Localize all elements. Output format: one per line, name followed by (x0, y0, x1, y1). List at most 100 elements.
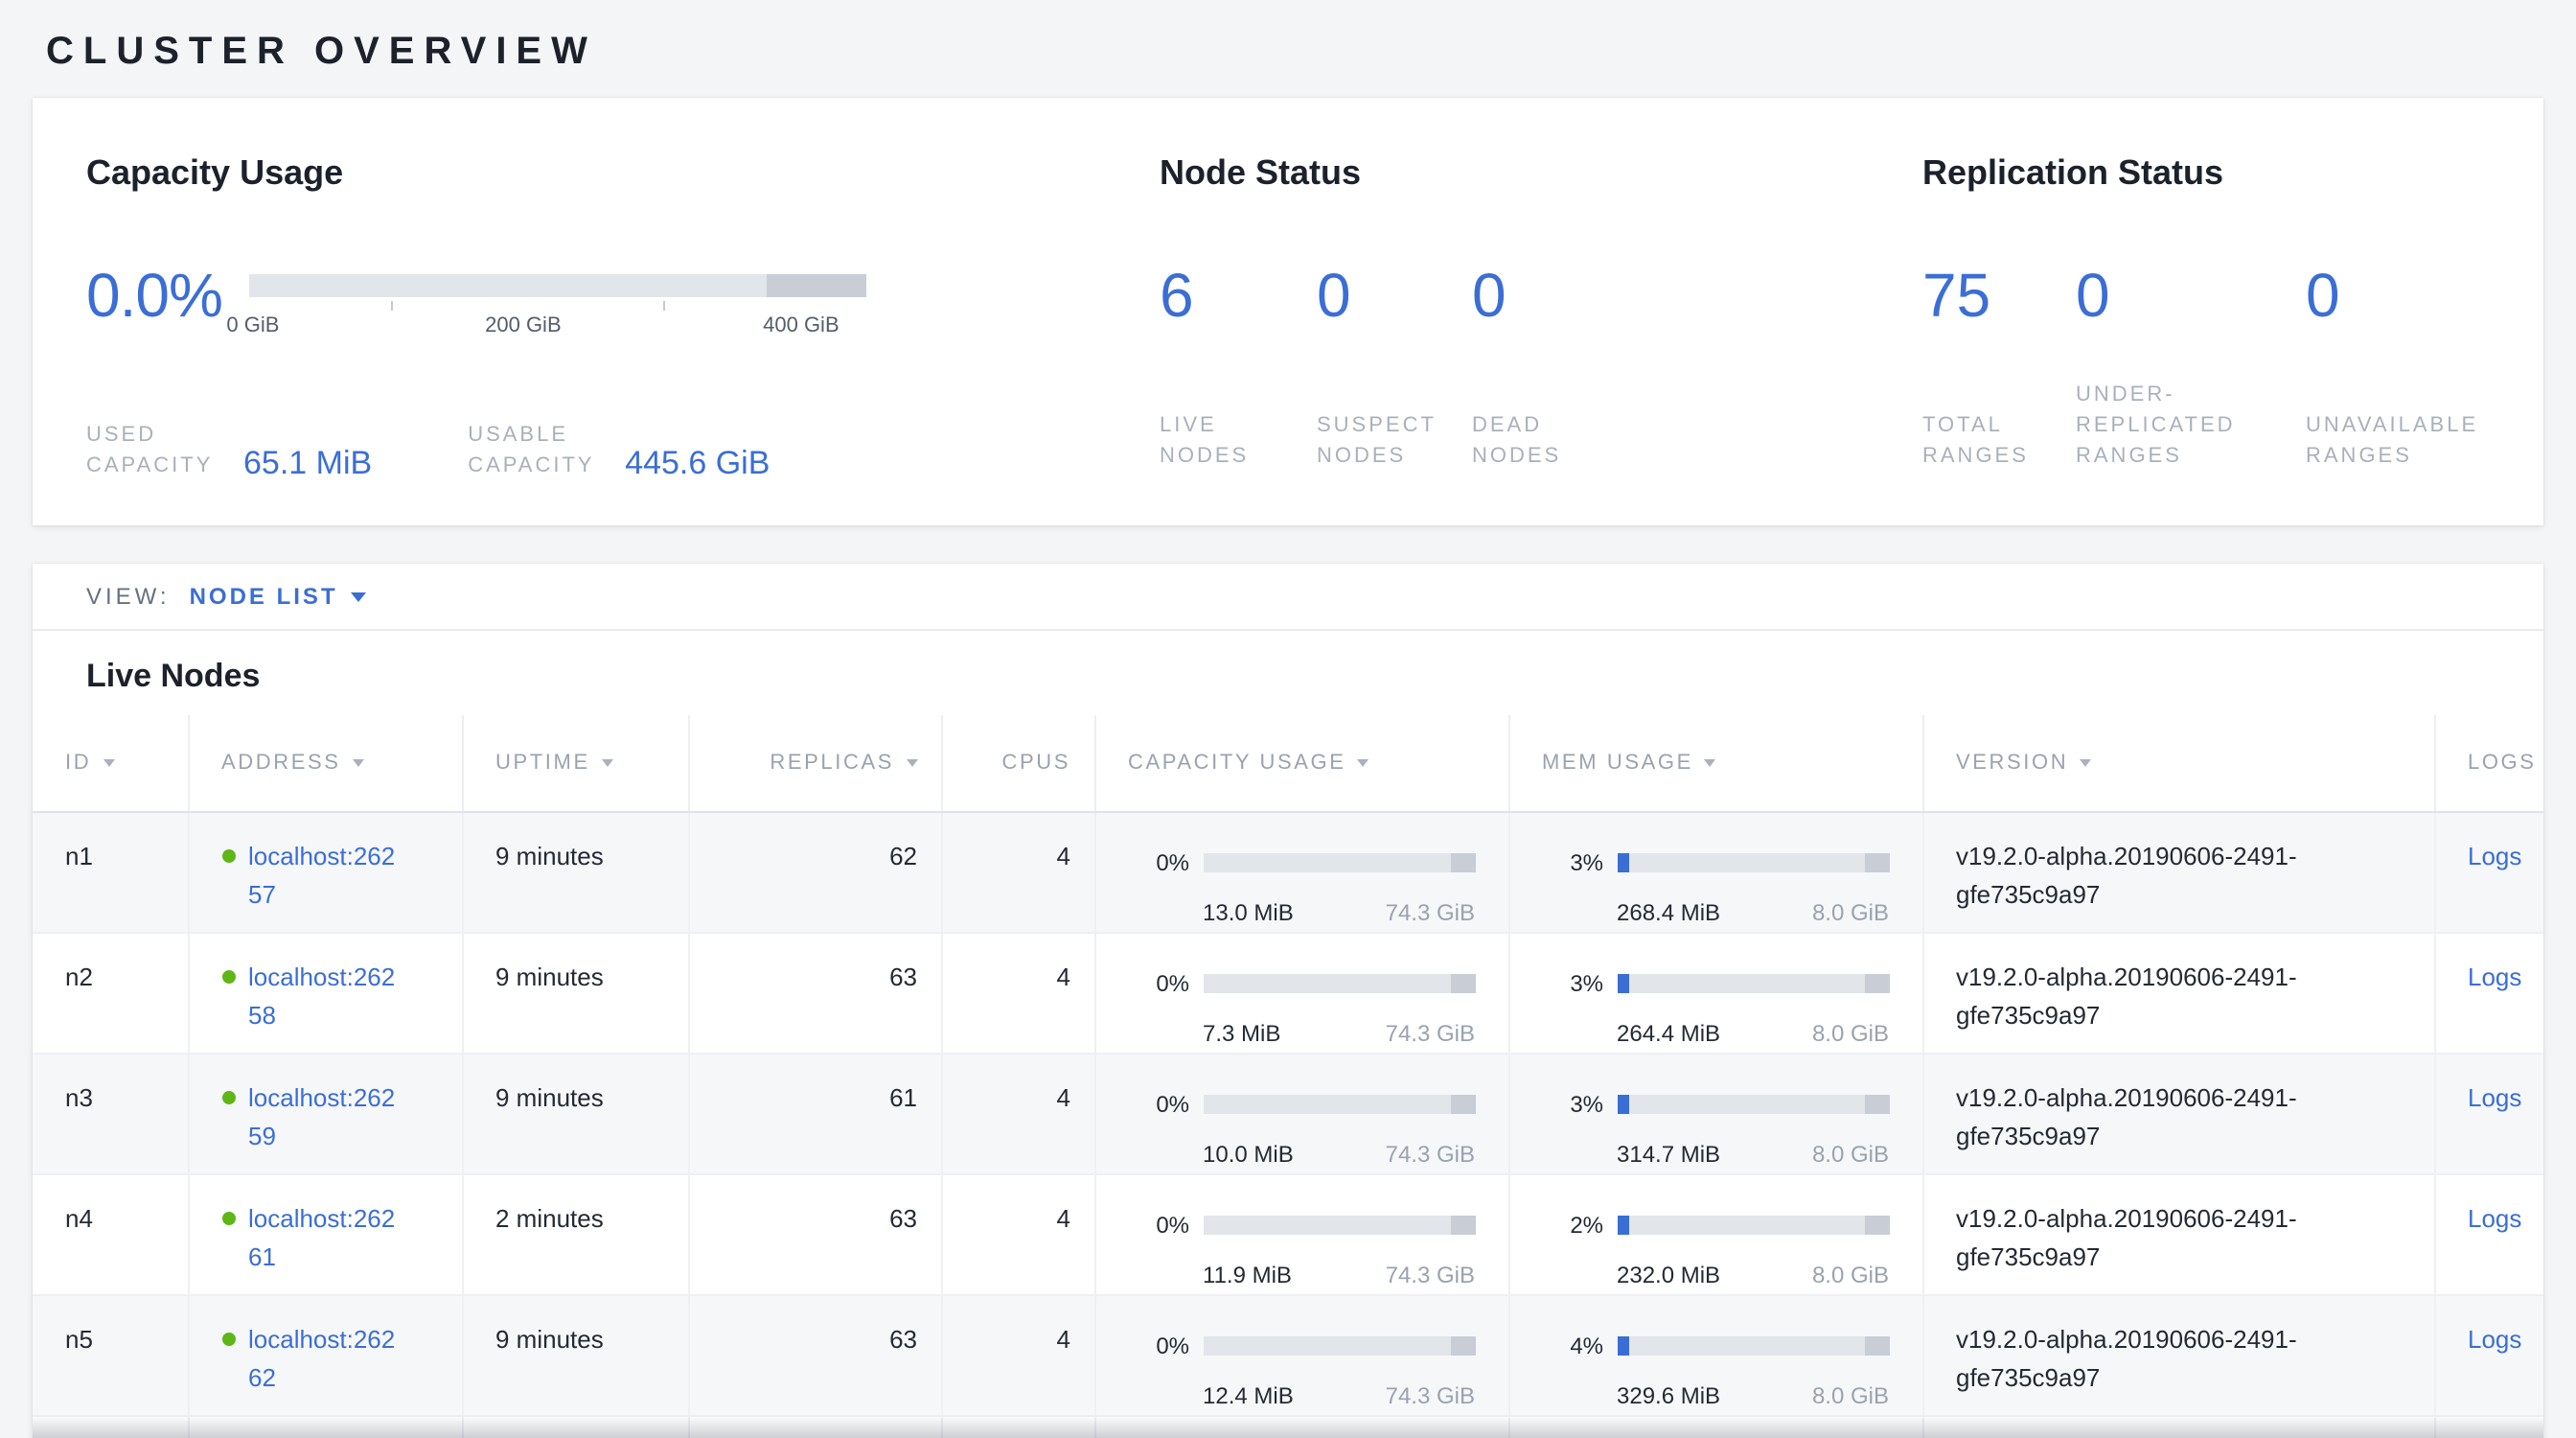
capacity-usage-bar (1203, 1335, 1475, 1355)
capacity-used-value: 7.3 MiB (1203, 1013, 1280, 1052)
unavailable-ranges-value: 0 (2306, 261, 2555, 332)
node-health-icon (221, 1090, 235, 1103)
column-header-address[interactable]: ADDRESS (188, 715, 462, 811)
mem-used-value: 314.7 MiB (1617, 1134, 1720, 1172)
capacity-usage-cell: 0% 12.4 MiB74.3 GiB (1128, 1326, 1475, 1414)
capacity-usage-bar (1203, 1215, 1475, 1234)
column-header-cpus: CPUS (941, 715, 1094, 811)
capacity-percent-label: 0% (1128, 963, 1189, 1002)
node-id: n3 (33, 1053, 188, 1173)
mem-used-value: 264.4 MiB (1617, 1013, 1720, 1052)
capacity-total-value: 74.3 GiB (1386, 1134, 1475, 1172)
table-row: n2 localhost:26258 9 minutes 63 4 0% 7.3… (33, 932, 2543, 1053)
axis-tick-mark (663, 301, 665, 311)
mem-total-value: 8.0 GiB (1812, 1013, 1889, 1052)
node-logs-link[interactable]: Logs (2468, 1203, 2521, 1232)
axis-tick-label: 400 GiB (763, 314, 840, 337)
page-title: CLUSTER OVERVIEW (0, 0, 2576, 98)
node-logs-link[interactable]: Logs (2468, 1082, 2521, 1111)
node-replicas: 63 (688, 932, 941, 1053)
used-capacity-value: 65.1 MiB (243, 447, 372, 481)
capacity-used-value: 13.0 MiB (1203, 893, 1294, 931)
view-selector[interactable]: NODE LIST (190, 583, 367, 610)
node-version: v19.2.0-alpha.20190606-2491-gfe735c9a97 (1956, 1199, 2401, 1279)
axis-tick-label: 200 GiB (485, 314, 562, 337)
table-row: n5 localhost:26262 9 minutes 63 4 0% 12.… (33, 1294, 2543, 1415)
overview-card: Capacity Usage 0.0% 0 GiB 200 GiB 400 Gi… (33, 98, 2543, 525)
table-row-partial (33, 1415, 2543, 1438)
capacity-usage-bar (1203, 852, 1475, 871)
node-address-link[interactable]: localhost:26261 (248, 1199, 402, 1279)
node-cpus: 4 (941, 932, 1094, 1053)
node-status-section: Node Status 6 LIVE NODES 0 SUSPECT NODES… (1160, 151, 1888, 472)
node-id: n4 (33, 1173, 188, 1294)
capacity-bar: 0 GiB 200 GiB 400 GiB (249, 274, 866, 359)
capacity-percent: 0.0% (86, 261, 222, 332)
mem-usage-cell: 4% 329.6 MiB8.0 GiB (1542, 1326, 1889, 1414)
dead-nodes-label: DEAD NODES (1472, 410, 1598, 472)
column-header-version[interactable]: VERSION (1922, 715, 2434, 811)
capacity-bar-segment (767, 274, 866, 297)
column-header-replicas[interactable]: REPLICAS (688, 715, 941, 811)
mem-usage-bar (1617, 1215, 1889, 1234)
column-header-mem-usage[interactable]: MEM USAGE (1508, 715, 1922, 811)
dead-nodes-stat: 0 DEAD NODES (1472, 261, 1664, 472)
mem-percent-label: 3% (1542, 1084, 1603, 1123)
node-address-link[interactable]: localhost:26262 (248, 1320, 402, 1400)
capacity-percent-label: 0% (1128, 843, 1189, 881)
live-nodes-value: 6 (1160, 261, 1317, 332)
table-header-row: ID ADDRESS UPTIME REPLICAS CPUS CAPACITY… (33, 715, 2543, 811)
live-nodes-table: ID ADDRESS UPTIME REPLICAS CPUS CAPACITY… (33, 715, 2543, 1438)
sort-caret-icon (353, 759, 364, 767)
mem-total-value: 8.0 GiB (1812, 1376, 1889, 1414)
capacity-used-value: 11.9 MiB (1203, 1255, 1292, 1293)
used-capacity-stat: USED CAPACITY 65.1 MiB (86, 420, 372, 481)
live-nodes-title: Live Nodes (33, 631, 2543, 715)
node-cpus: 4 (941, 1173, 1094, 1294)
node-uptime: 2 minutes (462, 1173, 688, 1294)
column-header-capacity-usage[interactable]: CAPACITY USAGE (1094, 715, 1508, 811)
table-row: n1 localhost:26257 9 minutes 62 4 0% 13.… (33, 811, 2543, 932)
used-capacity-label: USED CAPACITY (86, 420, 220, 481)
node-health-icon (221, 848, 235, 862)
node-health-icon (221, 969, 235, 983)
node-address-link[interactable]: localhost:26257 (248, 837, 402, 916)
node-id: n1 (33, 811, 188, 932)
node-id: n2 (33, 932, 188, 1053)
view-label: VIEW: (86, 583, 171, 610)
total-ranges-label: TOTAL RANGES (1922, 410, 2057, 472)
capacity-total-value: 74.3 GiB (1386, 1255, 1475, 1293)
mem-used-value: 268.4 MiB (1617, 893, 1720, 931)
node-logs-link[interactable]: Logs (2468, 841, 2521, 870)
node-logs-link[interactable]: Logs (2468, 1324, 2521, 1353)
node-version: v19.2.0-alpha.20190606-2491-gfe735c9a97 (1956, 837, 2401, 916)
total-ranges-value: 75 (1922, 261, 2076, 332)
node-cpus: 4 (941, 1294, 1094, 1415)
under-replicated-ranges-stat: 0 UNDER-REPLICATED RANGES (2076, 261, 2306, 472)
view-bar: VIEW: NODE LIST (33, 564, 2543, 631)
node-cpus: 4 (941, 1053, 1094, 1173)
dead-nodes-value: 0 (1472, 261, 1664, 332)
sort-caret-icon (906, 759, 917, 767)
view-selected-value: NODE LIST (190, 583, 338, 610)
node-uptime: 9 minutes (462, 1294, 688, 1415)
capacity-used-value: 12.4 MiB (1203, 1376, 1294, 1414)
column-header-uptime[interactable]: UPTIME (462, 715, 688, 811)
mem-total-value: 8.0 GiB (1812, 1255, 1889, 1293)
node-address-link[interactable]: localhost:26258 (248, 958, 402, 1037)
mem-total-value: 8.0 GiB (1812, 1134, 1889, 1172)
node-logs-link[interactable]: Logs (2468, 962, 2521, 990)
mem-usage-bar (1617, 852, 1889, 871)
node-health-icon (221, 1332, 235, 1345)
node-address-link[interactable]: localhost:26259 (248, 1078, 402, 1158)
column-header-id[interactable]: ID (33, 715, 188, 811)
capacity-usage-cell: 0% 10.0 MiB74.3 GiB (1128, 1084, 1475, 1172)
mem-percent-label: 4% (1542, 1326, 1603, 1364)
under-replicated-ranges-label: UNDER-REPLICATED RANGES (2076, 380, 2287, 472)
usable-capacity-value: 445.6 GiB (625, 447, 770, 481)
node-health-icon (221, 1211, 235, 1224)
axis-tick-mark (391, 301, 393, 311)
table-row: n3 localhost:26259 9 minutes 61 4 0% 10.… (33, 1053, 2543, 1173)
sort-caret-icon (103, 759, 114, 767)
node-replicas: 61 (688, 1053, 941, 1173)
